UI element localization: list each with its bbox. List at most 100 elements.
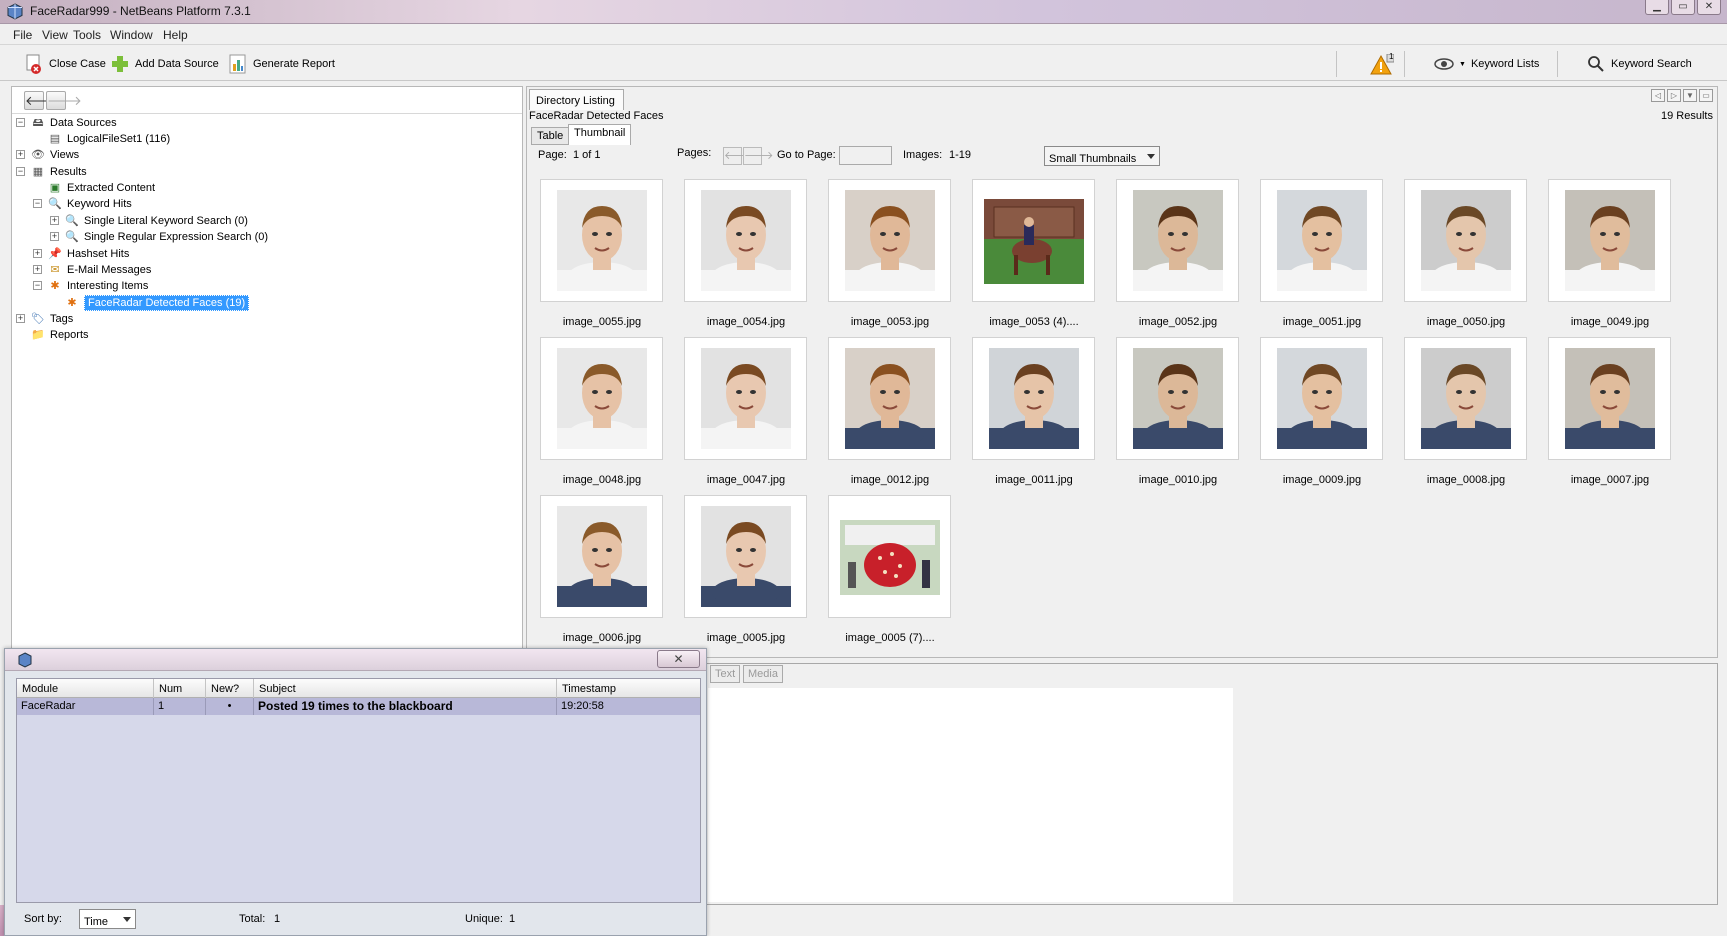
thumbnail-item[interactable]: image_0049.jpg — [1547, 179, 1691, 337]
menu-file[interactable]: File — [13, 28, 32, 42]
tab-text[interactable]: Text — [710, 665, 741, 683]
thumbnail-item[interactable]: image_0048.jpg — [539, 337, 683, 495]
window-close-button[interactable]: ✕ — [1697, 0, 1721, 15]
tab-media[interactable]: Media — [743, 665, 783, 683]
expand-icon[interactable]: + — [33, 265, 42, 274]
directory-listing-panel: Directory Listing ◁ ▷ ▼ ▭ FaceRadar Dete… — [526, 86, 1718, 658]
col-subject[interactable]: Subject — [254, 679, 557, 698]
scroll-left-button[interactable]: ◁ — [1651, 89, 1665, 102]
thumbnail-item[interactable]: image_0011.jpg — [971, 337, 1115, 495]
expand-icon[interactable]: + — [16, 314, 25, 323]
expand-icon[interactable]: + — [33, 249, 42, 258]
menu-window[interactable]: Window — [110, 28, 153, 42]
col-timestamp[interactable]: Timestamp — [557, 679, 702, 698]
forward-button[interactable]: 🡒 — [46, 91, 82, 110]
tree-item[interactable]: ✱ FaceRadar Detected Faces (19) — [65, 295, 250, 311]
tree-item[interactable]: ▤ LogicalFileSet1 (116) — [48, 131, 170, 147]
collapse-icon[interactable]: − — [33, 199, 42, 208]
thumbnail-item[interactable]: image_0051.jpg — [1259, 179, 1403, 337]
col-new[interactable]: New? — [206, 679, 254, 698]
thumbnail-image — [1565, 348, 1655, 449]
thumbnail-item[interactable]: image_0006.jpg — [539, 495, 683, 653]
keyword-search-button[interactable]: Keyword Search — [1586, 53, 1692, 75]
thumbnail-item[interactable]: image_0012.jpg — [827, 337, 971, 495]
back-button[interactable]: 🡐 — [24, 91, 60, 110]
tree-item[interactable]: + ✉ E-Mail Messages — [33, 262, 151, 278]
thumbnail-item[interactable]: image_0010.jpg — [1115, 337, 1259, 495]
panel-maximize-button[interactable]: ▭ — [1699, 89, 1713, 102]
go-to-page-input[interactable] — [839, 146, 892, 165]
thumbnail-item[interactable]: image_0050.jpg — [1403, 179, 1547, 337]
thumbnail-item[interactable]: image_0047.jpg — [683, 337, 827, 495]
thumbnail-item[interactable]: image_0053.jpg — [827, 179, 971, 337]
dropdown-arrow-icon: ▼ — [1459, 60, 1466, 68]
thumbnail-item[interactable]: image_0005.jpg — [683, 495, 827, 653]
tab-thumbnail[interactable]: Thumbnail — [568, 124, 632, 145]
tree-item[interactable]: + 📌 Hashset Hits — [33, 246, 129, 262]
blackboard-ingest-dialog: ✕ Module Num New? Subject Timestamp Face… — [4, 648, 707, 936]
hashset-icon: 📌 — [48, 247, 62, 260]
directory-tree-panel: 🡐 🡒 − 🖴 Data Sources ▤ LogicalFileSet1 (116)… — [11, 86, 523, 649]
warning-button[interactable]: 1 — [1370, 52, 1395, 75]
chevron-down-icon — [1147, 154, 1155, 159]
keyword-lists-button[interactable]: ▼ Keyword Lists — [1434, 53, 1539, 75]
expand-icon[interactable]: + — [50, 232, 59, 241]
thumbnail-item[interactable]: image_0052.jpg — [1115, 179, 1259, 337]
tree-item[interactable]: − ▦ Results — [16, 164, 87, 180]
menu-help[interactable]: Help — [163, 28, 188, 42]
collapse-icon[interactable]: − — [33, 281, 42, 290]
menu-view[interactable]: View — [42, 28, 68, 42]
menu-tools[interactable]: Tools — [73, 28, 101, 42]
cell-num: 1 — [154, 698, 206, 715]
thumbnail-label: image_0008.jpg — [1426, 474, 1506, 486]
thumbnail-size-select[interactable]: Small Thumbnails — [1044, 146, 1160, 166]
tree-item[interactable]: 📁 Reports — [31, 327, 89, 343]
expand-icon[interactable]: + — [50, 216, 59, 225]
thumbnail-item[interactable]: image_0055.jpg — [539, 179, 683, 337]
maximize-button[interactable]: ▭ — [1671, 0, 1695, 15]
collapse-icon[interactable]: − — [16, 167, 25, 176]
add-data-source-button[interactable]: Add Data Source — [110, 53, 219, 75]
tree-item[interactable]: + 🏷 Tags — [16, 311, 73, 327]
thumbnail-item[interactable]: image_0054.jpg — [683, 179, 827, 337]
thumbnail-item[interactable]: image_0005 (7).... — [827, 495, 971, 653]
cell-timestamp: 19:20:58 — [561, 700, 604, 712]
minimize-button[interactable]: ▁ — [1645, 0, 1669, 15]
next-page-button[interactable]: 🡒 — [743, 147, 774, 165]
thumbnail-image — [845, 190, 935, 291]
thumbnail-item[interactable]: image_0053 (4).... — [971, 179, 1115, 337]
listing-heading: FaceRadar Detected Faces — [529, 110, 664, 122]
thumbnail-label: image_0049.jpg — [1570, 316, 1650, 328]
thumbnail-item[interactable]: image_0009.jpg — [1259, 337, 1403, 495]
thumbnail-item[interactable]: image_0007.jpg — [1547, 337, 1691, 495]
tree-item[interactable]: − ✱ Interesting Items — [33, 278, 148, 294]
thumbnail-frame — [1116, 337, 1239, 460]
col-module[interactable]: Module — [17, 679, 154, 698]
close-case-button[interactable]: Close Case — [24, 53, 106, 75]
email-icon: ✉ — [50, 263, 60, 276]
col-num[interactable]: Num — [154, 679, 206, 698]
table-row[interactable]: FaceRadar 1 • Posted 19 times to the bla… — [17, 698, 700, 715]
thumbnail-frame — [684, 337, 807, 460]
prev-page-button[interactable]: 🡐 — [723, 147, 754, 165]
tree-item[interactable]: + 👁 Views — [16, 147, 79, 163]
thumbnail-image — [701, 348, 791, 449]
page-label: Page: — [538, 149, 567, 161]
tree-item[interactable]: − 🔍 Keyword Hits — [33, 196, 132, 212]
scroll-right-button[interactable]: ▷ — [1667, 89, 1681, 102]
expand-icon[interactable]: + — [16, 150, 25, 159]
thumbnail-image — [989, 348, 1079, 449]
sort-by-select[interactable]: Time — [79, 909, 136, 929]
tab-list-button[interactable]: ▼ — [1683, 89, 1697, 102]
dialog-close-button[interactable]: ✕ — [657, 650, 700, 668]
tree-item[interactable]: − 🖴 Data Sources — [16, 115, 117, 131]
tree-item-label: Reports — [50, 329, 89, 341]
collapse-icon[interactable]: − — [16, 118, 25, 127]
tree-item[interactable]: ▣ Extracted Content — [48, 180, 155, 196]
thumbnail-item[interactable]: image_0008.jpg — [1403, 337, 1547, 495]
tree-item[interactable]: + 🔍 Single Literal Keyword Search (0) — [50, 213, 248, 229]
directory-listing-tab[interactable]: Directory Listing — [529, 89, 624, 110]
tree-item[interactable]: + 🔍 Single Regular Expression Search (0) — [50, 229, 268, 245]
generate-report-button[interactable]: Generate Report — [228, 53, 335, 75]
thumbnail-image — [1277, 190, 1367, 291]
